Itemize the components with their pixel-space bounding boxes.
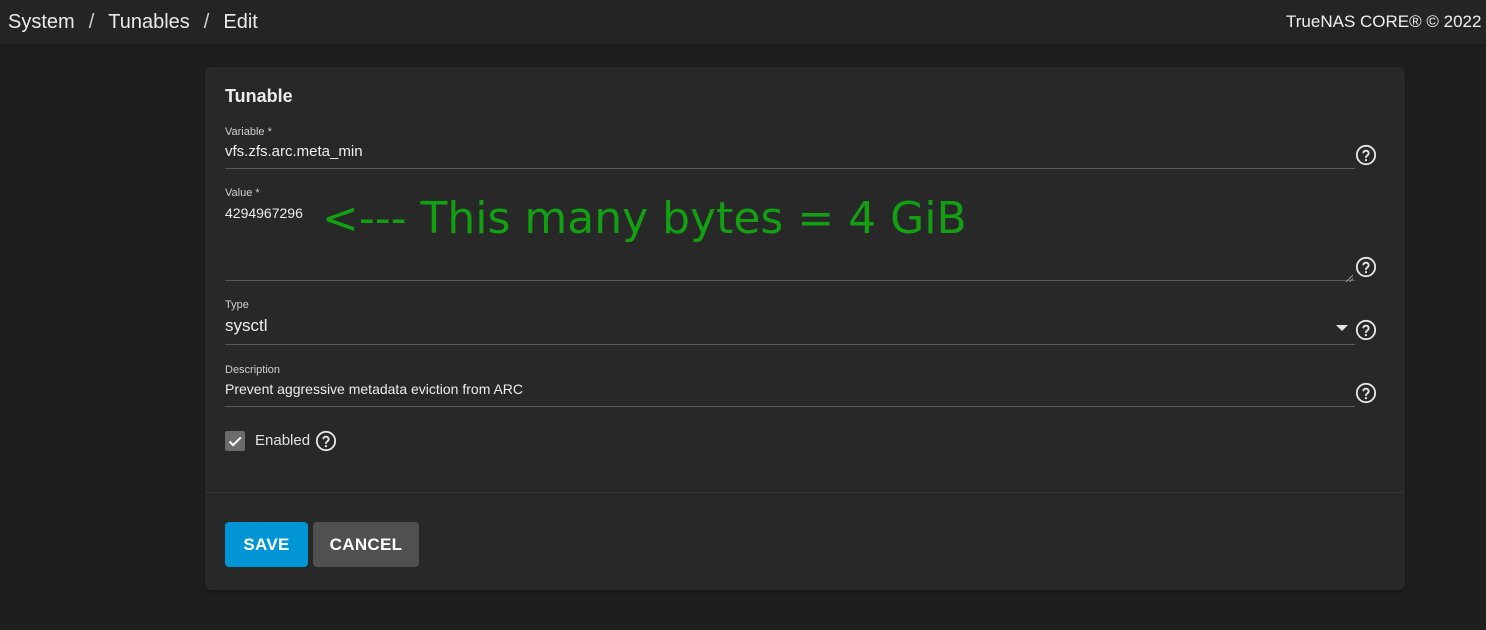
description-field[interactable]: Description Prevent aggressive metadata … [225, 364, 1355, 407]
help-circle-icon[interactable] [1355, 256, 1377, 278]
description-underline [225, 406, 1355, 407]
help-circle-icon[interactable] [1355, 319, 1377, 341]
form-title: Tunable [225, 86, 293, 106]
description-input[interactable]: Prevent aggressive metadata eviction fro… [225, 381, 1355, 397]
help-circle-icon[interactable] [315, 430, 337, 452]
save-button[interactable]: SAVE [225, 522, 308, 567]
copyright-text: TrueNAS CORE® © 2022 - [1286, 12, 1486, 31]
cancel-button[interactable]: CANCEL [313, 522, 419, 567]
type-select[interactable]: Type sysctl [225, 299, 1355, 345]
checkmark-icon [228, 436, 242, 447]
type-selected-value[interactable]: sysctl [225, 316, 1355, 336]
enabled-label: Enabled [255, 432, 311, 449]
breadcrumb-separator: / [88, 10, 95, 33]
breadcrumb-separator: / [203, 10, 210, 33]
top-bar: System / Tunables / Edit TrueNAS CORE® ©… [0, 0, 1486, 45]
dropdown-caret-icon[interactable] [1336, 325, 1348, 331]
actions-divider [205, 492, 1405, 493]
annotation-overlay-text: <--- This many bytes = 4 GiB [322, 193, 967, 244]
type-label: Type [225, 299, 249, 311]
type-underline [225, 344, 1355, 345]
help-circle-icon[interactable] [1355, 382, 1377, 404]
breadcrumb-system[interactable]: System [8, 11, 75, 34]
variable-field[interactable]: Variable * vfs.zfs.arc.meta_min [225, 126, 1355, 169]
help-circle-icon[interactable] [1355, 144, 1377, 166]
description-label: Description [225, 364, 281, 376]
variable-input[interactable]: vfs.zfs.arc.meta_min [225, 143, 1355, 160]
enabled-checkbox[interactable] [225, 431, 245, 451]
breadcrumb-edit: Edit [223, 10, 258, 33]
breadcrumb-tunables[interactable]: Tunables [108, 11, 190, 34]
variable-label: Variable * [225, 126, 272, 138]
resize-grip-icon[interactable] [1345, 269, 1354, 283]
tunable-form-card: Tunable Variable * vfs.zfs.arc.meta_min … [205, 67, 1405, 590]
breadcrumb: System / Tunables / Edit [8, 11, 258, 34]
variable-underline [225, 168, 1355, 169]
value-underline [225, 280, 1355, 281]
